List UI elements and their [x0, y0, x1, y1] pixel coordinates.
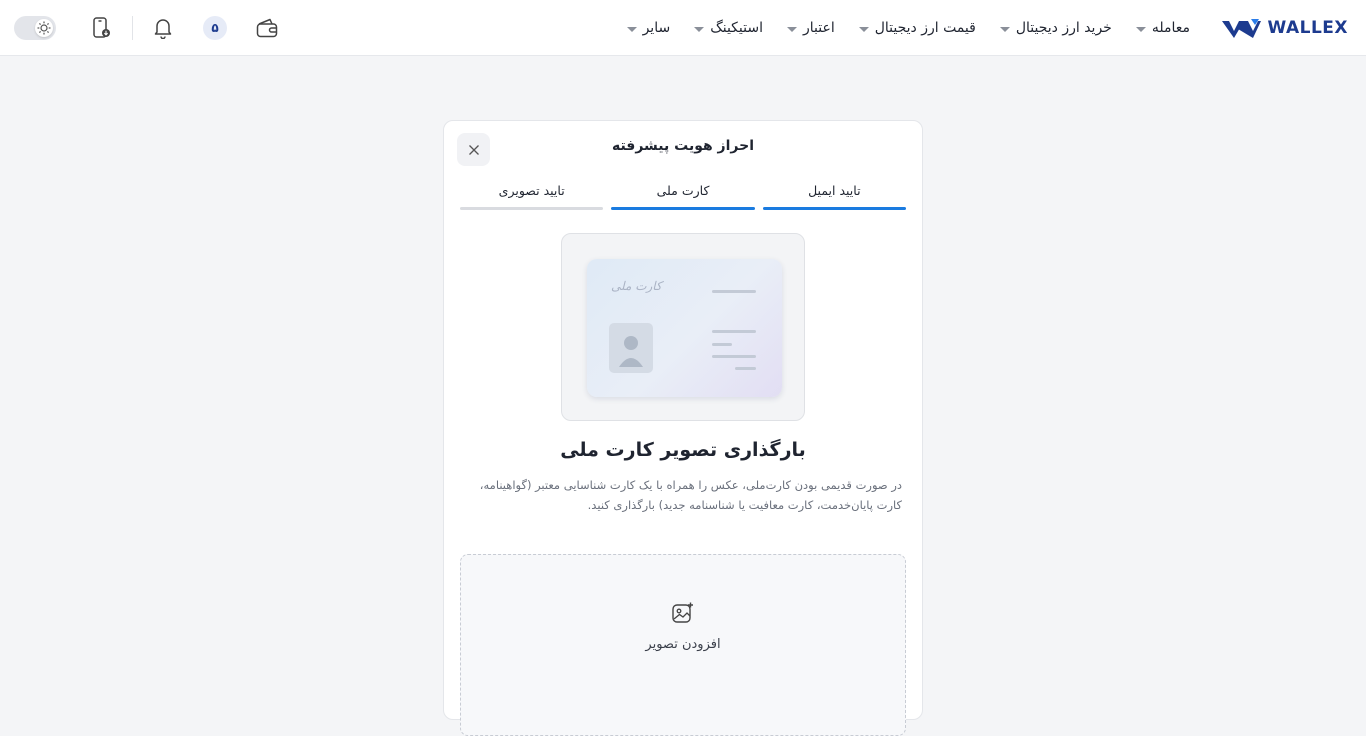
main-nav: معامله خرید ارز دیجیتال قیمت ارز دیجیتال…: [615, 0, 1202, 56]
dropzone-label: افزودن تصویر: [645, 637, 721, 652]
nav-item-label: استیکینگ: [710, 20, 763, 36]
chevron-down-icon: [786, 26, 797, 32]
avatar: [609, 323, 653, 373]
toolbar-divider: [132, 16, 133, 40]
nav-item-staking[interactable]: استیکینگ: [682, 0, 775, 56]
id-card-image: کارت ملی: [587, 259, 782, 397]
sun-icon: [35, 19, 53, 37]
toolbar: ۵: [14, 0, 293, 56]
mobile-download-icon[interactable]: [90, 16, 114, 40]
page-title: احراز هویت پیشرفته: [611, 138, 755, 154]
nav-item-trade[interactable]: معامله: [1124, 0, 1202, 56]
chevron-down-icon: [694, 26, 705, 32]
step-national-card[interactable]: کارت ملی: [611, 183, 755, 210]
brand-logo[interactable]: WALLEX: [1221, 15, 1348, 41]
nav-item-buy-crypto[interactable]: خرید ارز دیجیتال: [988, 0, 1124, 56]
card-line: [712, 290, 756, 293]
verification-card: احراز هویت پیشرفته تایید ایمیل کارت ملی …: [443, 120, 923, 736]
wallet-icon[interactable]: [255, 16, 279, 40]
chevron-down-icon: [858, 26, 869, 32]
chevron-down-icon: [999, 26, 1010, 32]
chevron-down-icon: [626, 26, 637, 32]
card-line: [712, 355, 756, 358]
step-email[interactable]: تایید ایمیل: [762, 183, 906, 210]
image-dropzone[interactable]: افزودن تصویر: [460, 554, 906, 736]
nav-item-other[interactable]: سایر: [615, 0, 683, 56]
wallex-logo-icon: [1222, 19, 1262, 38]
id-card-caption: کارت ملی: [611, 279, 662, 293]
step-video-verify[interactable]: تایید تصویری: [460, 183, 604, 210]
step-label: کارت ملی: [656, 183, 710, 198]
step-progress: تایید ایمیل کارت ملی تایید تصویری: [460, 183, 906, 210]
theme-toggle[interactable]: [14, 16, 56, 40]
card-line: [712, 330, 756, 333]
nav-item-crypto-prices[interactable]: قیمت ارز دیجیتال: [847, 0, 988, 56]
upload-title: بارگذاری تصویر کارت ملی: [560, 439, 806, 461]
step-label: تایید ایمیل: [808, 183, 861, 198]
level-badge[interactable]: ۵: [203, 16, 227, 40]
step-label: تایید تصویری: [498, 183, 565, 198]
top-navbar: WALLEX معامله خرید ارز دیجیتال قیمت ارز …: [0, 0, 1366, 56]
bell-icon[interactable]: [151, 16, 175, 40]
step-bar: [611, 207, 755, 210]
upload-description: در صورت قدیمی بودن کارت‌ملی، عکس را همرا…: [479, 478, 902, 512]
card-line: [712, 343, 732, 346]
chevron-down-icon: [1135, 26, 1146, 32]
step-bar: [762, 207, 906, 210]
brand-name: WALLEX: [1267, 18, 1348, 38]
add-image-icon: [672, 602, 693, 623]
nav-item-credit[interactable]: اعتبار: [775, 0, 847, 56]
nav-item-label: خرید ارز دیجیتال: [1015, 20, 1112, 36]
step-bar: [460, 207, 604, 210]
nav-item-label: اعتبار: [802, 20, 835, 36]
nav-item-label: سایر: [642, 20, 671, 36]
id-card-illustration: کارت ملی: [561, 233, 805, 421]
nav-item-label: معامله: [1151, 20, 1190, 36]
card-line: [735, 367, 756, 370]
nav-item-label: قیمت ارز دیجیتال: [874, 20, 976, 36]
